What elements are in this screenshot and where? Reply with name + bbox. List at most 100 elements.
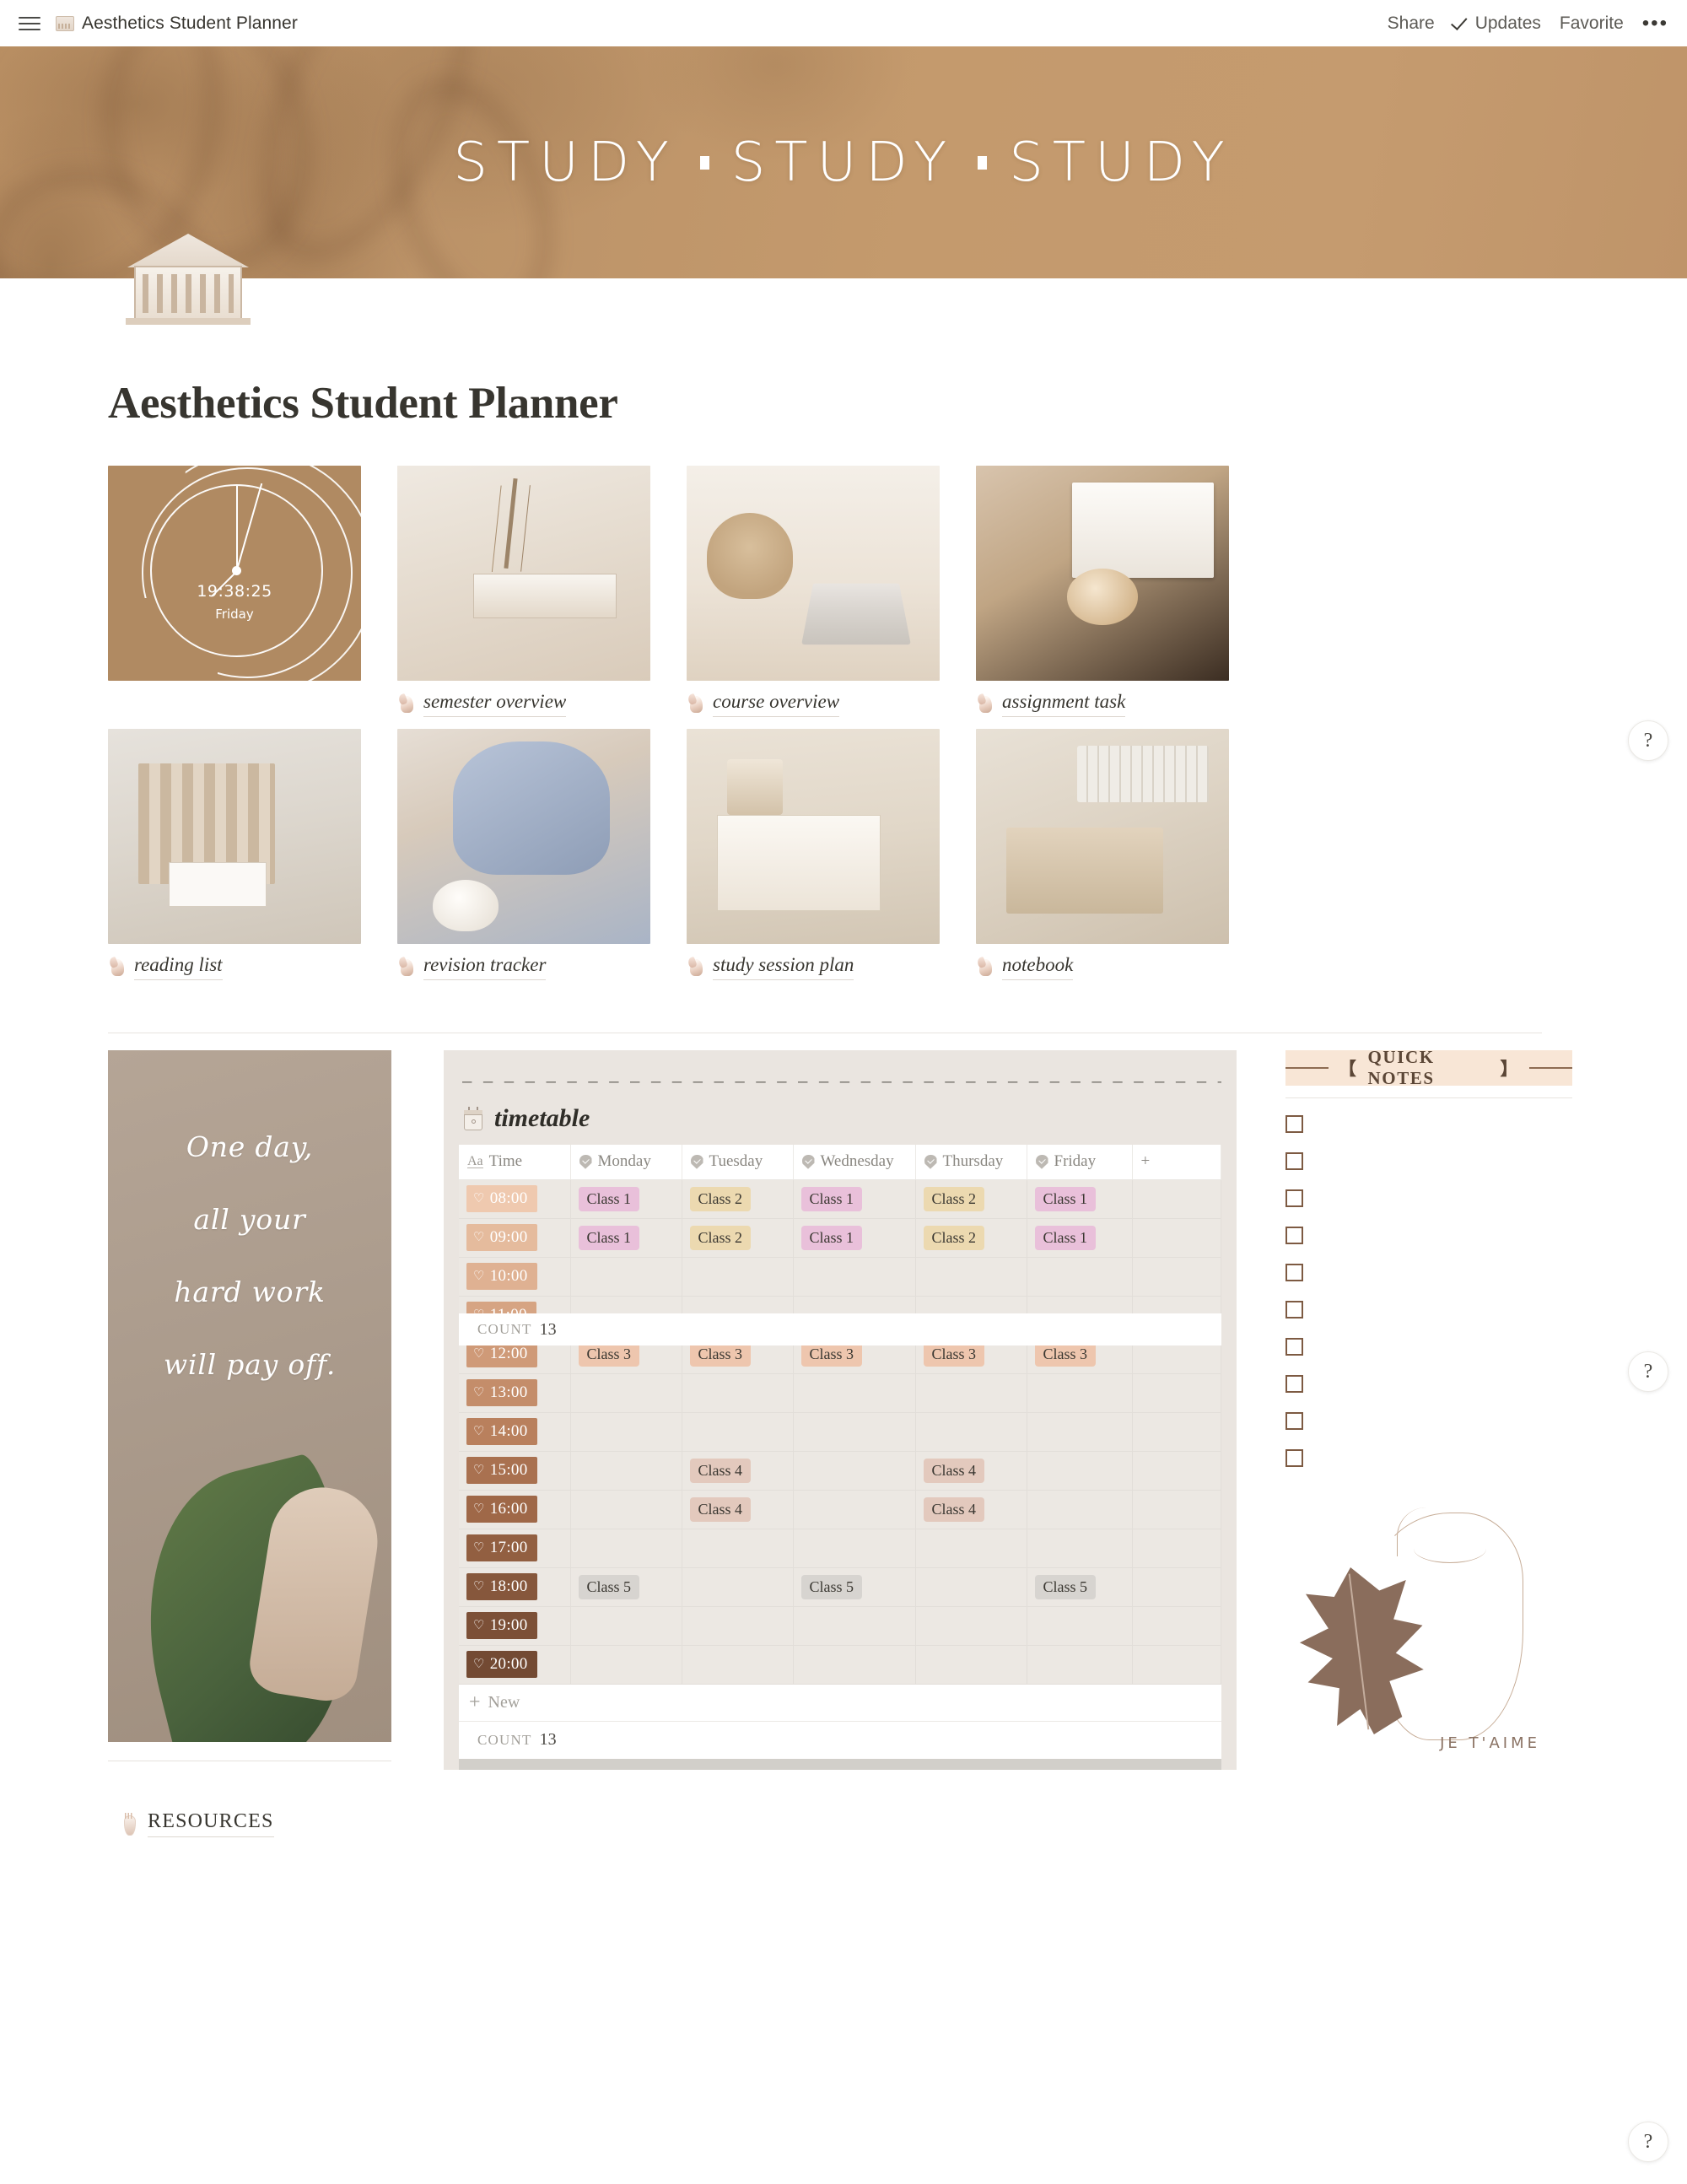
gallery-card-assignment-task[interactable]: assignment task <box>976 466 1229 717</box>
class-cell[interactable] <box>682 1412 794 1452</box>
class-cell[interactable] <box>1027 1373 1133 1413</box>
table-row[interactable]: ♡ 16:00 Class 4 Class 4 <box>459 1490 1221 1529</box>
table-row[interactable]: ♡ 14:00 <box>459 1412 1221 1452</box>
gallery-caption[interactable]: revision tracker <box>397 954 650 980</box>
class-cell[interactable]: Class 5 <box>570 1567 682 1607</box>
class-cell[interactable] <box>570 1490 682 1529</box>
checkbox[interactable] <box>1285 1115 1303 1133</box>
class-cell[interactable]: Class 1 <box>793 1179 916 1219</box>
class-cell[interactable] <box>570 1451 682 1491</box>
class-cell[interactable]: Class 5 <box>1027 1567 1133 1607</box>
page-title[interactable]: Aesthetics Student Planner <box>108 378 1687 429</box>
time-cell[interactable]: ♡ 19:00 <box>459 1606 571 1646</box>
class-cell[interactable] <box>793 1373 916 1413</box>
class-cell[interactable] <box>1027 1606 1133 1646</box>
class-cell[interactable]: Class 5 <box>793 1567 916 1607</box>
class-cell[interactable] <box>793 1451 916 1491</box>
time-cell[interactable]: ♡ 20:00 <box>459 1645 571 1685</box>
gallery-card-revision-tracker[interactable]: revision tracker <box>397 729 650 980</box>
class-cell[interactable]: Class 2 <box>915 1179 1027 1219</box>
class-cell[interactable] <box>1027 1645 1133 1685</box>
gallery-caption-label[interactable]: notebook <box>1002 954 1074 980</box>
table-row[interactable]: ♡ 20:00 <box>459 1645 1221 1685</box>
timetable-floating-count[interactable]: COUNT 13 <box>459 1313 1221 1345</box>
column-header-time[interactable]: Aa Time <box>459 1145 571 1180</box>
class-cell[interactable]: Class 1 <box>1027 1218 1133 1258</box>
gallery-caption[interactable]: assignment task <box>976 691 1229 717</box>
class-cell[interactable] <box>793 1490 916 1529</box>
table-row[interactable]: ♡ 13:00 <box>459 1373 1221 1413</box>
column-header-wednesday[interactable]: Wednesday <box>793 1145 916 1180</box>
hamburger-menu-icon[interactable] <box>19 13 40 35</box>
class-cell[interactable] <box>682 1645 794 1685</box>
class-cell[interactable] <box>570 1606 682 1646</box>
updates-button[interactable]: Updates <box>1450 13 1541 34</box>
list-item[interactable] <box>1285 1301 1572 1318</box>
time-cell[interactable]: ♡ 16:00 <box>459 1490 571 1529</box>
class-cell[interactable] <box>1027 1412 1133 1452</box>
gallery-image[interactable] <box>687 729 940 944</box>
gallery-image[interactable] <box>397 729 650 944</box>
class-cell[interactable] <box>570 1373 682 1413</box>
list-item[interactable] <box>1285 1152 1572 1170</box>
gallery-image[interactable] <box>976 729 1229 944</box>
list-item[interactable] <box>1285 1227 1572 1244</box>
checkbox[interactable] <box>1285 1412 1303 1430</box>
gallery-card-study-session-plan[interactable]: study session plan <box>687 729 940 980</box>
class-cell[interactable]: Class 4 <box>915 1490 1027 1529</box>
list-item[interactable] <box>1285 1449 1572 1467</box>
class-cell[interactable] <box>915 1567 1027 1607</box>
time-cell[interactable]: ♡ 18:00 <box>459 1567 571 1607</box>
motivational-quote-image[interactable]: One day, all your hard work will pay off… <box>108 1050 391 1742</box>
class-cell[interactable] <box>915 1606 1027 1646</box>
class-cell[interactable] <box>570 1412 682 1452</box>
list-item[interactable] <box>1285 1375 1572 1393</box>
table-row[interactable]: ♡ 08:00 Class 1 Class 2 Class 1 Class 2 Class … <box>459 1179 1221 1219</box>
checkbox[interactable] <box>1285 1449 1303 1467</box>
checkbox[interactable] <box>1285 1301 1303 1318</box>
checkbox[interactable] <box>1285 1189 1303 1207</box>
class-cell[interactable] <box>915 1529 1027 1568</box>
column-header-thursday[interactable]: Thursday <box>915 1145 1027 1180</box>
class-cell[interactable]: Class 1 <box>570 1218 682 1258</box>
timetable-horizontal-scrollbar[interactable] <box>459 1758 1221 1770</box>
class-cell[interactable]: Class 2 <box>915 1218 1027 1258</box>
more-options-icon[interactable]: ••• <box>1642 13 1668 33</box>
checkbox[interactable] <box>1285 1338 1303 1356</box>
gallery-caption-label[interactable]: revision tracker <box>423 954 547 980</box>
class-cell[interactable]: Class 1 <box>793 1218 916 1258</box>
gallery-caption-label[interactable]: study session plan <box>713 954 854 980</box>
checkbox[interactable] <box>1285 1152 1303 1170</box>
page-emoji-building-icon[interactable] <box>121 234 256 335</box>
add-column-button[interactable]: + <box>1132 1145 1221 1180</box>
gallery-image[interactable] <box>687 466 940 681</box>
column-header-friday[interactable]: Friday <box>1027 1145 1133 1180</box>
table-row[interactable]: ♡ 18:00 Class 5 Class 5 Class 5 <box>459 1567 1221 1607</box>
timetable-new-row-button[interactable]: + New <box>459 1684 1221 1722</box>
gallery-card-reading-list[interactable]: reading list <box>108 729 361 980</box>
gallery-caption[interactable]: study session plan <box>687 954 940 980</box>
timetable-count-footer[interactable]: COUNT 13 <box>459 1721 1221 1759</box>
class-cell[interactable] <box>793 1412 916 1452</box>
gallery-image[interactable] <box>397 466 650 681</box>
list-item[interactable] <box>1285 1189 1572 1207</box>
class-cell[interactable] <box>1027 1490 1133 1529</box>
time-cell[interactable]: ♡ 17:00 <box>459 1529 571 1568</box>
class-cell[interactable]: Class 4 <box>682 1451 794 1491</box>
resources-label[interactable]: RESOURCES <box>148 1810 274 1837</box>
time-cell[interactable]: ♡ 13:00 <box>459 1373 571 1413</box>
share-button[interactable]: Share <box>1388 13 1435 34</box>
class-cell[interactable] <box>915 1645 1027 1685</box>
gallery-image[interactable] <box>976 466 1229 681</box>
gallery-caption-label[interactable]: course overview <box>713 691 840 717</box>
column-header-monday[interactable]: Monday <box>570 1145 682 1180</box>
class-cell[interactable] <box>915 1412 1027 1452</box>
gallery-caption[interactable]: semester overview <box>397 691 650 717</box>
class-cell[interactable] <box>682 1567 794 1607</box>
class-cell[interactable] <box>682 1529 794 1568</box>
checkbox[interactable] <box>1285 1375 1303 1393</box>
class-cell[interactable] <box>570 1529 682 1568</box>
gallery-image[interactable] <box>108 729 361 944</box>
gallery-card-course-overview[interactable]: course overview <box>687 466 940 717</box>
class-cell[interactable]: Class 1 <box>1027 1179 1133 1219</box>
